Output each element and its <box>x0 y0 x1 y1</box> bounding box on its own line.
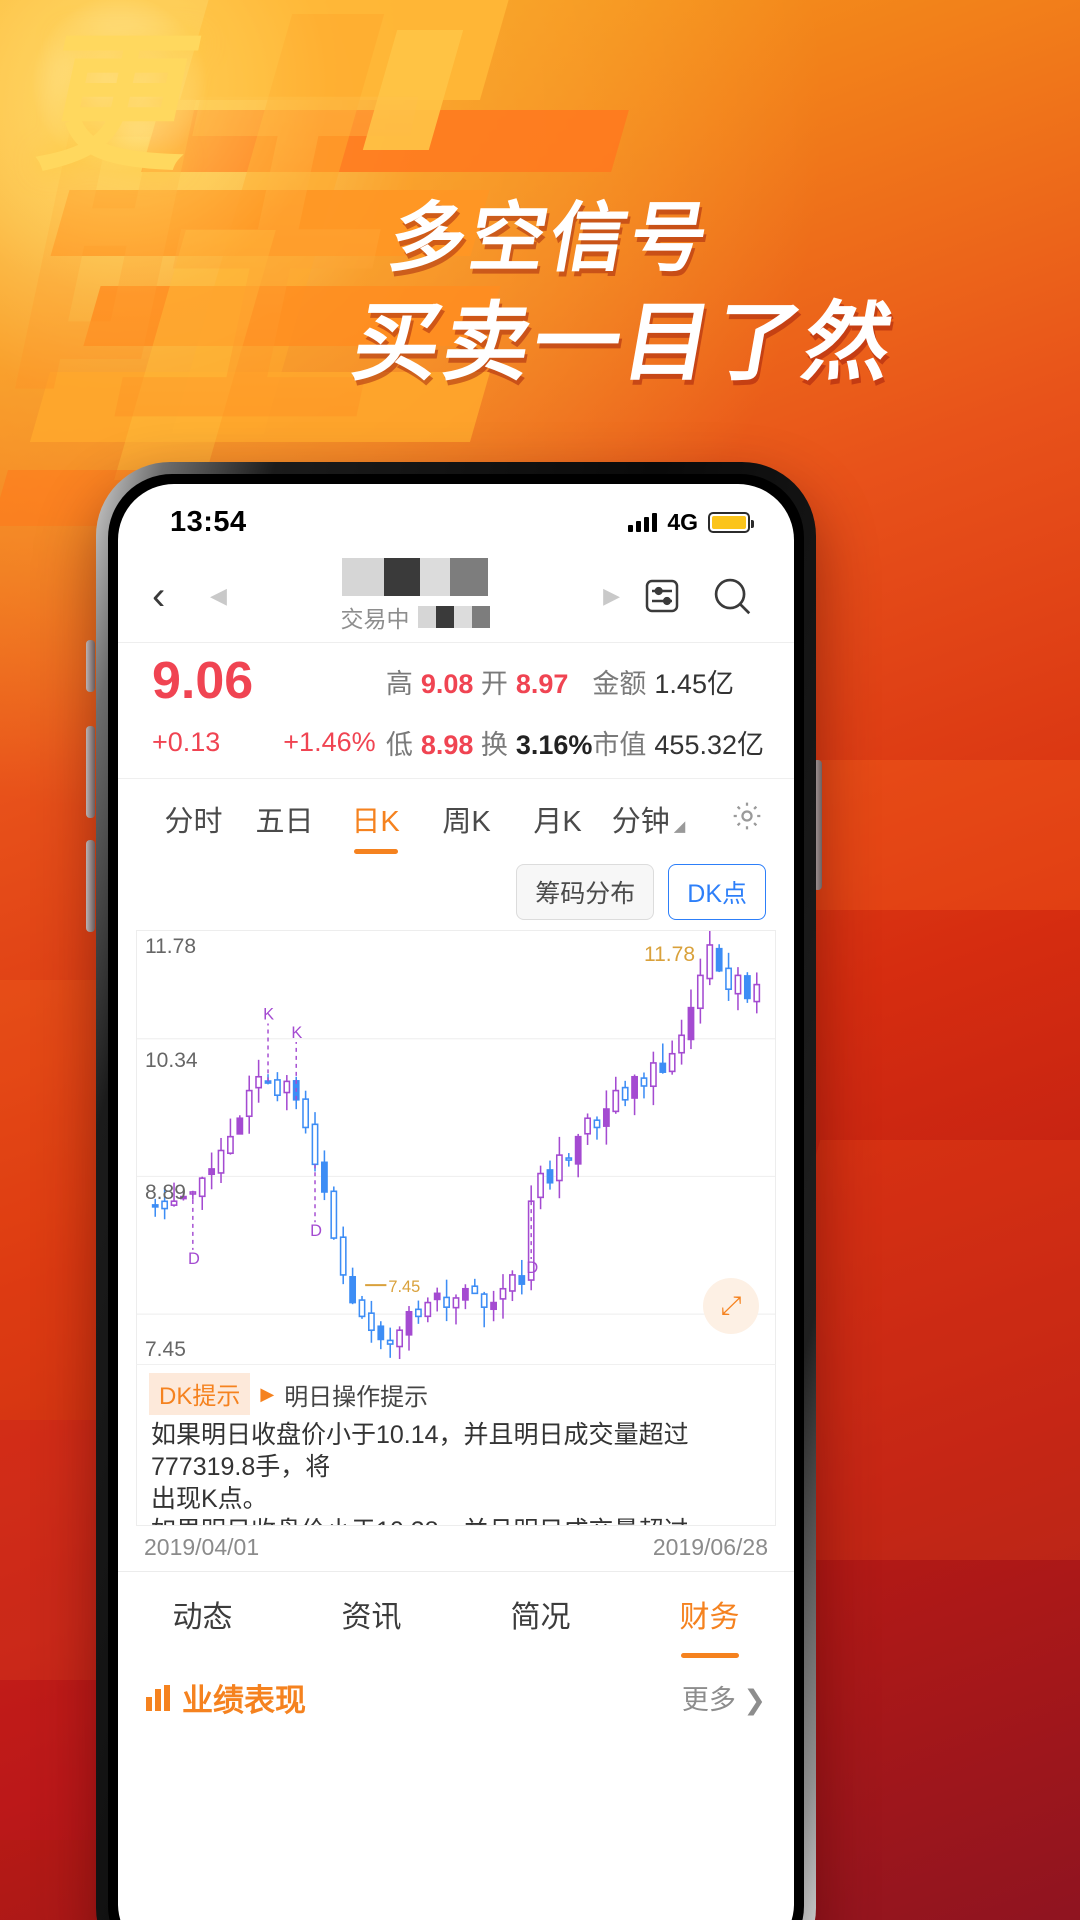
back-button[interactable]: ‹ <box>152 576 196 616</box>
network-type-label: 4G <box>667 508 698 535</box>
candlestick-chart[interactable]: KK D D D 7.45 11.78 10.34 8.89 7.45 11.78 ⤢ <box>136 930 776 1364</box>
mktcap-value: 455.32亿 <box>654 730 764 760</box>
quote-panel: 9.06 高 9.08 开 8.97 金额 1.45亿 +0.13 +1.46% 低8… <box>118 642 794 778</box>
open-label: 开 <box>480 668 508 699</box>
mktcap-pair: 市值 455.32亿 <box>592 723 764 762</box>
dk-tip-header: DK提示 ▶ 明日操作提示 <box>137 1365 775 1419</box>
chip-dk-point[interactable]: DK点 <box>668 864 766 920</box>
dk-tip-body: 如果明日收盘价小于10.14，并且明日成交量超过777319.8手，将 出现K点… <box>137 1419 775 1525</box>
date-end: 2019/06/28 <box>652 1534 768 1560</box>
low-label: 低 <box>385 730 413 760</box>
svg-text:K: K <box>291 1023 302 1042</box>
phone-screen: 13:54 4G ‹ ◀ 交易中 ▶ 9.06 高 9.08 开 8.97 金额… <box>118 484 794 1920</box>
phone-volume-down-button[interactable] <box>86 840 95 932</box>
phone-device: 13:54 4G ‹ ◀ 交易中 ▶ 9.06 高 9.08 开 8.97 金额… <box>96 462 816 1920</box>
svg-text:D: D <box>188 1249 200 1268</box>
chart-period-tabs: 分时 五日 日K 周K 月K 分钟 ◢ <box>118 778 794 858</box>
phone-bezel: 13:54 4G ‹ ◀ 交易中 ▶ 9.06 高 9.08 开 8.97 金额… <box>108 474 804 1920</box>
section-tabs: 动态 资讯 简况 财务 <box>118 1571 794 1655</box>
last-price: 9.06 <box>152 652 254 710</box>
amount-pair: 金额 1.45亿 <box>592 662 764 701</box>
tab-yuek[interactable]: 月K <box>512 788 603 850</box>
y-tick-3: 8.89 <box>145 1181 186 1204</box>
phone-mute-button[interactable] <box>86 640 95 692</box>
dk-badge: DK提示 <box>149 1373 251 1415</box>
turnover-value: 3.16% <box>515 730 593 760</box>
high-value: 9.08 <box>420 668 474 699</box>
chevron-down-icon: ◢ <box>673 817 686 835</box>
turnover-pair: 换 3.16% <box>481 723 593 762</box>
mktcap-label: 市值 <box>592 730 647 760</box>
chart-svg: KK D D D 7.45 <box>137 931 775 1360</box>
high-label: 高 <box>385 668 413 699</box>
tab-zhouk[interactable]: 周K <box>421 788 512 850</box>
next-stock-button[interactable]: ▶ <box>603 583 620 609</box>
tab-fenzhong[interactable]: 分钟 ◢ <box>603 788 694 850</box>
dk-line: 出现K点。 <box>151 1485 268 1513</box>
svg-text:K: K <box>263 1004 274 1023</box>
gear-icon[interactable] <box>694 799 764 838</box>
prev-stock-button[interactable]: ◀ <box>210 583 227 609</box>
dk-tip-panel[interactable]: DK提示 ▶ 明日操作提示 如果明日收盘价小于10.14，并且明日成交量超过77… <box>136 1364 776 1526</box>
turnover-label: 换 <box>480 730 508 760</box>
date-start: 2019/04/01 <box>144 1534 260 1560</box>
status-indicators: 4G <box>628 508 754 536</box>
triangle-right-icon: ▶ <box>260 1383 275 1404</box>
stock-name-redacted <box>342 558 488 596</box>
open-pair: 开 8.97 <box>481 662 593 701</box>
tab-fenzhong-label: 分钟 <box>611 805 670 838</box>
y-tick-4: 7.45 <box>145 1338 186 1361</box>
low-pair: 低 8.98 <box>386 723 481 762</box>
stock-title: 交易中 <box>241 558 589 634</box>
bar-chart-icon <box>146 1684 170 1711</box>
chart-date-range: 2019/04/01 2019/06/28 <box>118 1526 794 1571</box>
svg-text:D: D <box>526 1258 538 1277</box>
battery-icon <box>708 511 754 533</box>
signal-bars-icon <box>628 512 658 532</box>
nav-bar: ‹ ◀ 交易中 ▶ <box>118 550 794 642</box>
performance-title-group: 业绩表现 <box>146 1675 306 1720</box>
high-pair: 高 9.08 <box>386 662 481 701</box>
open-value: 8.97 <box>515 668 569 699</box>
chip-chip-distribution[interactable]: 筹码分布 <box>516 864 655 920</box>
tab-fenshi[interactable]: 分时 <box>148 788 239 850</box>
stock-status: 交易中 <box>341 600 490 634</box>
trading-status-label: 交易中 <box>340 606 410 632</box>
low-annotation-text: 7.45 <box>388 1277 420 1296</box>
dk-line: 如果明日收盘价小于10.38，并且明日成交量超过1587027.9手， <box>151 1515 761 1525</box>
performance-row[interactable]: 业绩表现 更多 ❯ <box>118 1655 794 1720</box>
expand-icon[interactable]: ⤢ <box>703 1278 759 1334</box>
stock-code-redacted <box>417 606 490 628</box>
tab-dongtai[interactable]: 动态 <box>118 1592 287 1636</box>
tab-rik[interactable]: 日K <box>330 788 421 850</box>
y-tick-1: 11.78 <box>145 935 196 958</box>
change-abs: +0.13 <box>152 727 221 757</box>
performance-title: 业绩表现 <box>182 1683 306 1718</box>
poster-glyph-geng: 更 <box>25 18 213 192</box>
poster-headline-secondary: 买卖一目了然 <box>345 293 904 393</box>
low-value: 8.98 <box>420 730 474 760</box>
amount-value: 1.45亿 <box>654 668 734 699</box>
high-annotation-text: 11.78 <box>644 943 695 966</box>
poster-headline-primary: 多空信号 <box>383 193 719 282</box>
tab-wuri[interactable]: 五日 <box>239 788 330 850</box>
chart-overlay-chips: 筹码分布 DK点 <box>118 858 794 930</box>
status-bar: 13:54 4G <box>118 484 794 550</box>
performance-more-link[interactable]: 更多 ❯ <box>682 1678 766 1717</box>
dk-line: 如果明日收盘价小于10.14，并且明日成交量超过777319.8手，将 <box>151 1421 689 1481</box>
phone-volume-up-button[interactable] <box>86 726 95 818</box>
tab-zixun[interactable]: 资讯 <box>287 1592 456 1636</box>
svg-text:D: D <box>310 1221 322 1240</box>
tab-caiwu[interactable]: 财务 <box>625 1592 794 1636</box>
change-pct: +1.46% <box>283 727 376 757</box>
tab-jiankuang[interactable]: 简况 <box>456 1592 625 1636</box>
dk-head-text: 明日操作提示 <box>284 1383 429 1411</box>
y-tick-2: 10.34 <box>145 1049 198 1072</box>
sliders-icon[interactable] <box>634 576 690 616</box>
amount-label: 金额 <box>592 668 647 699</box>
status-time: 13:54 <box>170 505 247 538</box>
search-icon[interactable] <box>704 573 760 619</box>
